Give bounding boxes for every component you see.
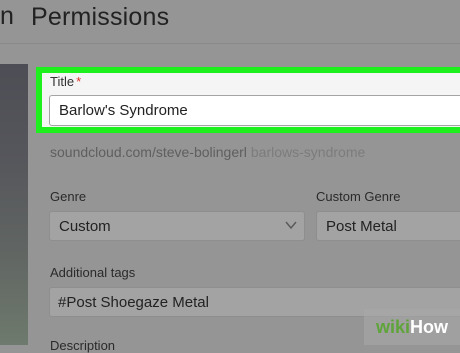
required-marker: * <box>76 74 82 89</box>
permalink-slug[interactable]: barlows-syndrome <box>251 144 365 160</box>
custom-genre-label: Custom Genre <box>316 189 401 204</box>
custom-genre-input[interactable]: Post Metal <box>316 211 460 241</box>
track-artwork <box>0 64 28 345</box>
watermark-suffix: How <box>410 316 448 337</box>
permalink: soundcloud.com/steve-bolingerl barlows-sy… <box>50 144 365 160</box>
additional-tags-label: Additional tags <box>50 265 136 280</box>
genre-select[interactable]: Custom <box>49 211 305 241</box>
genre-select-value: Custom <box>59 217 111 235</box>
title-input[interactable]: Barlow's Syndrome <box>49 95 460 126</box>
title-label: Title * <box>50 74 81 89</box>
genre-label: Genre <box>50 189 87 204</box>
tab-permissions[interactable]: Permissions <box>31 3 169 32</box>
description-label: Description <box>50 338 116 353</box>
title-input-value: Barlow's Syndrome <box>59 102 188 119</box>
watermark-prefix: wiki <box>375 316 410 337</box>
permalink-base: soundcloud.com/steve-bolingerl <box>50 144 247 160</box>
chevron-down-icon <box>285 221 297 230</box>
header-divider <box>0 43 460 44</box>
additional-tags-value: #Post Shoegaze Metal <box>58 293 209 311</box>
wikihow-watermark: wiki How <box>364 309 460 345</box>
title-label-text: Title <box>50 74 75 89</box>
tab-fragment[interactable]: n <box>0 2 14 31</box>
custom-genre-value: Post Metal <box>326 217 397 235</box>
